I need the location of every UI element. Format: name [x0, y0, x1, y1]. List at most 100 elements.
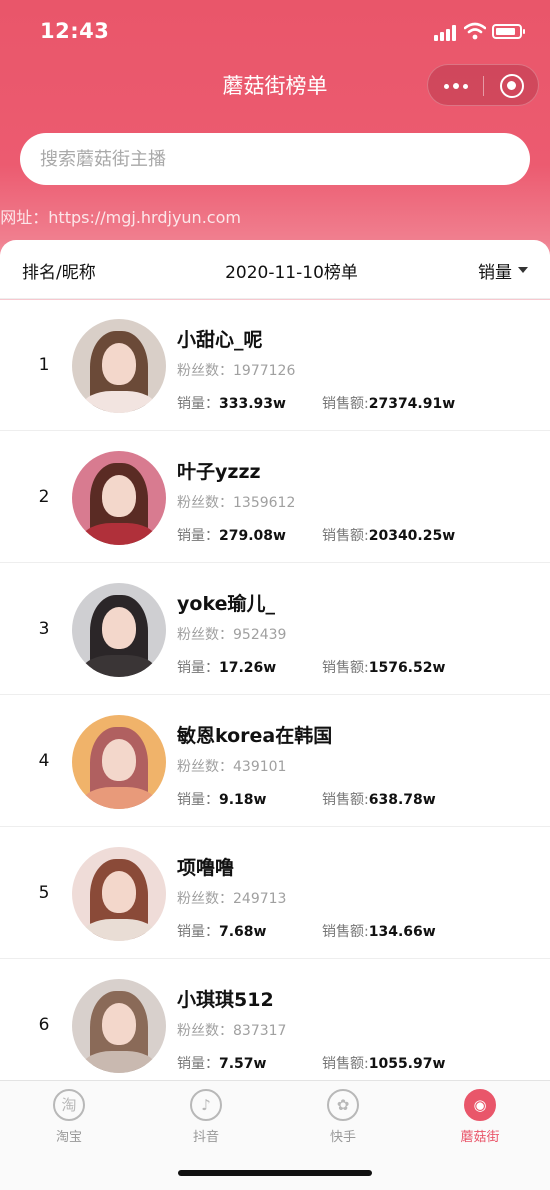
- fans-count: 粉丝数：1359612: [177, 492, 295, 512]
- sort-selector[interactable]: 销量: [478, 258, 512, 283]
- fans-value: 1977126: [233, 363, 296, 379]
- amount-label: 销售额:: [322, 660, 369, 676]
- close-target-icon[interactable]: [500, 74, 524, 98]
- sales-value: 17.26w: [219, 660, 277, 676]
- ranking-row[interactable]: 2 叶子yzzz 粉丝数：1359612 销量：279.08w 销售额:20340.25…: [0, 430, 550, 562]
- anchor-name[interactable]: 小甜心_呢: [177, 325, 263, 352]
- sales-label: 销量：: [177, 660, 219, 676]
- tab-label: 蘑菇街: [460, 1130, 500, 1145]
- rank-number: 3: [38, 619, 50, 639]
- tab-douyin[interactable]: ♪ 抖音: [166, 1089, 246, 1149]
- mini-program-capsule: [427, 64, 539, 106]
- amount-value: 638.78w: [368, 792, 436, 808]
- sort-caret-icon[interactable]: [518, 267, 528, 273]
- sales-label: 销量：: [177, 792, 219, 808]
- sales-volume: 销量：7.68w: [177, 921, 266, 941]
- fans-label: 粉丝数：: [177, 495, 233, 511]
- sales-value: 279.08w: [219, 528, 286, 544]
- sales-amount: 销售额:638.78w: [322, 789, 436, 809]
- anchor-name[interactable]: yoke瑜儿_: [177, 589, 275, 616]
- avatar[interactable]: [72, 979, 166, 1073]
- avatar[interactable]: [72, 319, 166, 413]
- mogujie-icon: ◉: [464, 1089, 496, 1121]
- search-input[interactable]: [40, 133, 510, 185]
- sales-label: 销量：: [177, 396, 219, 412]
- tab-label: 淘宝: [55, 1130, 82, 1145]
- rank-number: 5: [38, 883, 50, 903]
- fans-value: 1359612: [233, 495, 296, 511]
- sales-volume: 销量：333.93w: [177, 393, 286, 413]
- sales-amount: 销售额:1055.97w: [322, 1053, 445, 1073]
- sales-label: 销量：: [177, 528, 219, 544]
- sales-value: 9.18w: [219, 792, 267, 808]
- anchor-name[interactable]: 小琪琪512: [177, 985, 274, 1012]
- rank-header: 排名/昵称 2020-11-10榜单 销量: [0, 240, 550, 298]
- status-bar: 12:43: [0, 0, 550, 64]
- rank-number: 4: [38, 751, 50, 771]
- sales-volume: 销量：9.18w: [177, 789, 266, 809]
- taobao-icon: 淘: [53, 1089, 85, 1121]
- more-icon[interactable]: [442, 77, 470, 95]
- ranking-row[interactable]: 6 小琪琪512 粉丝数：837317 销量：7.57w 销售额:1055.97w: [0, 958, 550, 1090]
- amount-value: 1055.97w: [368, 1056, 446, 1072]
- ranking-row[interactable]: 3 yoke瑜儿_ 粉丝数：952439 销量：17.26w 销售额:1576.52w: [0, 562, 550, 694]
- anchor-name[interactable]: 敏恩korea在韩国: [177, 721, 332, 748]
- fans-label: 粉丝数：: [177, 363, 233, 379]
- amount-label: 销售额:: [322, 792, 369, 808]
- status-time: 12:43: [40, 19, 110, 43]
- amount-label: 销售额:: [322, 1056, 369, 1072]
- amount-label: 销售额:: [322, 924, 369, 940]
- battery-icon: [492, 24, 525, 39]
- date-selector[interactable]: 2020-11-10榜单: [0, 258, 550, 283]
- tab-label: 抖音: [192, 1130, 219, 1145]
- fans-label: 粉丝数：: [177, 891, 233, 907]
- sales-amount: 销售额:1576.52w: [322, 657, 445, 677]
- douyin-icon: ♪: [190, 1089, 222, 1121]
- fans-label: 粉丝数：: [177, 759, 233, 775]
- fans-count: 粉丝数：439101: [177, 756, 286, 776]
- fans-count: 粉丝数：952439: [177, 624, 286, 644]
- amount-value: 1576.52w: [368, 660, 446, 676]
- fans-value: 837317: [233, 1023, 287, 1039]
- amount-label: 销售额:: [322, 528, 369, 544]
- fans-label: 粉丝数：: [177, 1023, 233, 1039]
- wifi-icon: [464, 22, 486, 40]
- amount-label: 销售额:: [322, 396, 369, 412]
- fans-value: 249713: [233, 891, 287, 907]
- rank-number: 6: [38, 1015, 50, 1035]
- anchor-name[interactable]: 叶子yzzz: [177, 457, 261, 484]
- search-bar[interactable]: [20, 133, 530, 185]
- home-indicator: [178, 1170, 372, 1176]
- avatar[interactable]: [72, 715, 166, 809]
- kuaishou-icon: ✿: [327, 1089, 359, 1121]
- fans-count: 粉丝数：837317: [177, 1020, 286, 1040]
- sales-value: 333.93w: [219, 396, 286, 412]
- sales-volume: 销量：279.08w: [177, 525, 286, 545]
- ranking-row[interactable]: 4 敏恩korea在韩国粉丝数：439101 销量：9.18w 销售额:638.78w: [0, 694, 550, 826]
- tab-mogujie[interactable]: ◉ 蘑菇街: [440, 1089, 520, 1149]
- fans-value: 439101: [233, 759, 287, 775]
- signal-icon: [434, 25, 460, 41]
- fans-value: 952439: [233, 627, 287, 643]
- fans-count: 粉丝数：1977126: [177, 360, 295, 380]
- tab-kuaishou[interactable]: ✿ 快手: [303, 1089, 383, 1149]
- tab-label: 快手: [329, 1130, 356, 1145]
- rank-number: 1: [38, 355, 50, 375]
- amount-value: 20340.25w: [368, 528, 456, 544]
- ranking-row[interactable]: 1 小甜心_呢 粉丝数：1977126 销量：333.93w 销售额:27374.91w: [0, 298, 550, 430]
- sales-volume: 销量：17.26w: [177, 657, 276, 677]
- avatar[interactable]: [72, 451, 166, 545]
- sales-volume: 销量：7.57w: [177, 1053, 266, 1073]
- capsule-divider: [483, 76, 484, 96]
- amount-value: 134.66w: [368, 924, 436, 940]
- sales-label: 销量：: [177, 924, 219, 940]
- sales-amount: 销售额:134.66w: [322, 921, 436, 941]
- anchor-name[interactable]: 项噜噜: [177, 853, 234, 880]
- tab-taobao[interactable]: 淘淘宝: [29, 1089, 109, 1149]
- sales-amount: 销售额:20340.25w: [322, 525, 455, 545]
- avatar[interactable]: [72, 583, 166, 677]
- avatar[interactable]: [72, 847, 166, 941]
- fans-label: 粉丝数：: [177, 627, 233, 643]
- url-text: t网址：https://mgj.hrdjyun.com: [0, 208, 241, 227]
- ranking-row[interactable]: 5 项噜噜粉丝数：249713 销量：7.68w 销售额:134.66w: [0, 826, 550, 958]
